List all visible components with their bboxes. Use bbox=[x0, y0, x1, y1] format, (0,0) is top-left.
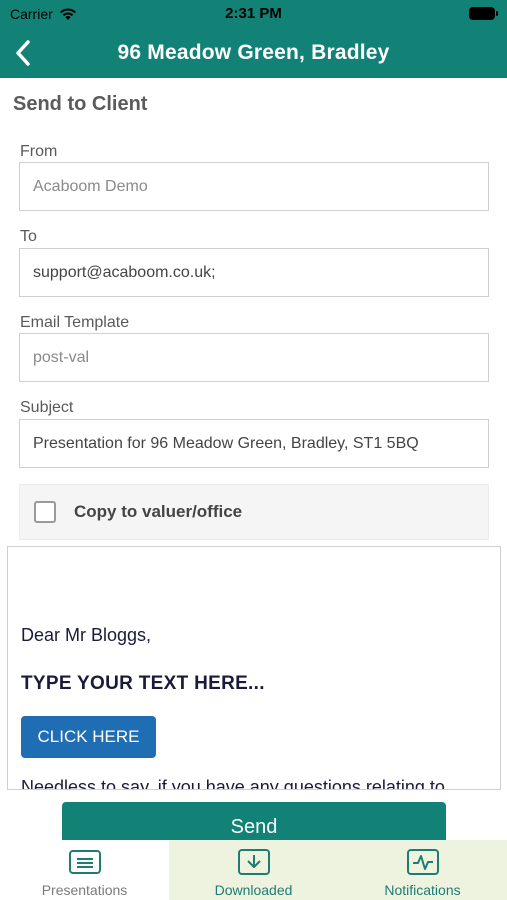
to-field[interactable]: support@acaboom.co.uk; bbox=[19, 248, 489, 297]
email-body-line: Needless to say, if you have any questio… bbox=[21, 777, 445, 790]
status-time: 2:31 PM bbox=[225, 5, 282, 22]
subject-field[interactable]: Presentation for 96 Meadow Green, Bradle… bbox=[19, 419, 489, 468]
email-template-label: Email Template bbox=[20, 314, 130, 331]
to-label: To bbox=[20, 228, 37, 245]
tab-notifications-label: Notifications bbox=[384, 882, 461, 898]
tab-notifications[interactable]: Notifications bbox=[338, 840, 507, 900]
copy-label: Copy to valuer/office bbox=[74, 502, 243, 521]
copy-checkbox[interactable] bbox=[34, 501, 56, 523]
tab-presentations-label: Presentations bbox=[41, 882, 128, 898]
subject-label: Subject bbox=[20, 399, 74, 416]
tab-downloaded-label: Downloaded bbox=[214, 882, 293, 898]
email-greeting: Dear Mr Bloggs, bbox=[21, 625, 152, 645]
page-heading: Send to Client bbox=[13, 93, 148, 115]
email-placeholder-text: TYPE YOUR TEXT HERE... bbox=[21, 673, 265, 694]
presentation-icon bbox=[68, 848, 102, 876]
tab-presentations[interactable]: Presentations bbox=[0, 840, 169, 900]
battery-icon bbox=[469, 7, 498, 20]
email-template-field[interactable]: post-val bbox=[19, 333, 489, 382]
header-title: 96 Meadow Green, Bradley bbox=[117, 41, 390, 64]
from-label: From bbox=[20, 143, 58, 160]
tab-downloaded[interactable]: Downloaded bbox=[169, 840, 338, 900]
download-icon bbox=[237, 848, 271, 876]
email-preview[interactable]: Dear Mr Bloggs, TYPE YOUR TEXT HERE... C… bbox=[7, 546, 501, 790]
status-bar: Carrier 2:31 PM bbox=[0, 0, 507, 28]
app-header: 96 Meadow Green, Bradley bbox=[0, 28, 507, 78]
pulse-icon bbox=[406, 848, 440, 876]
copy-to-valuer-row[interactable]: Copy to valuer/office bbox=[19, 484, 489, 540]
tab-bar: Presentations Downloaded Notifications bbox=[0, 840, 507, 900]
from-field[interactable]: Acaboom Demo bbox=[19, 162, 489, 211]
click-here-button[interactable]: CLICK HERE bbox=[21, 716, 156, 758]
